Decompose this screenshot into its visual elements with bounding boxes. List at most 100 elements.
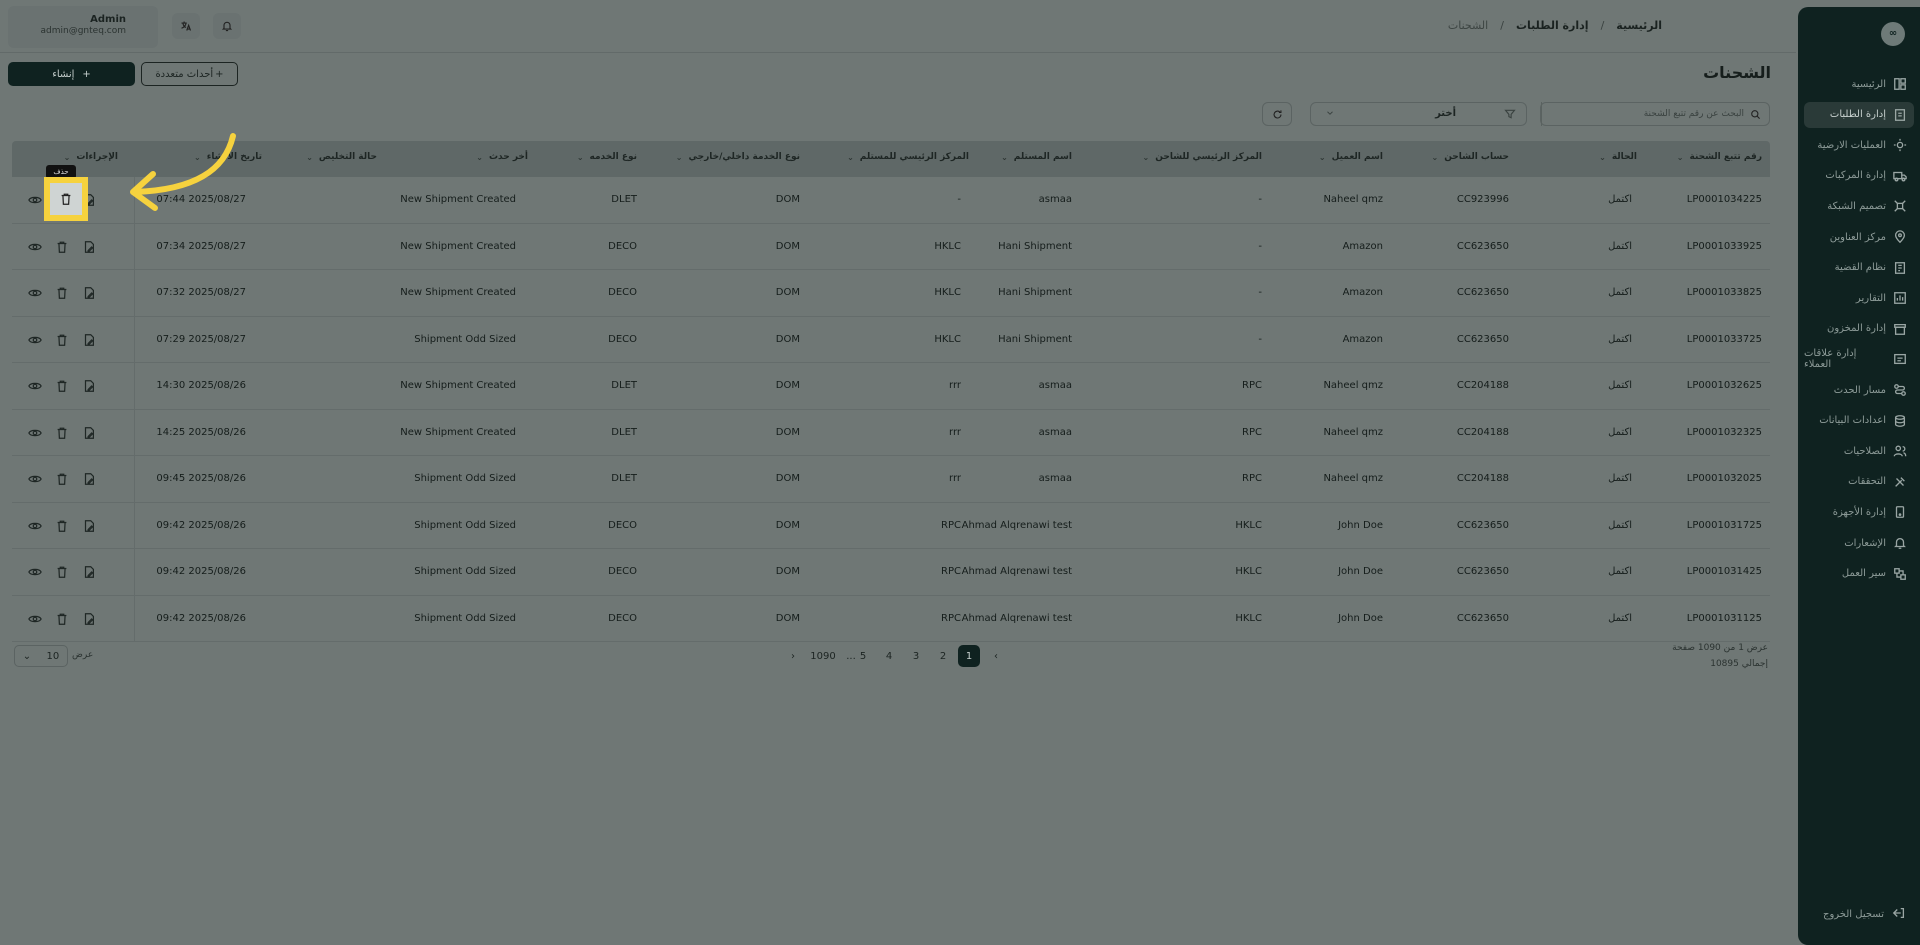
table-cell: DLET: [611, 194, 637, 205]
delete-icon[interactable]: [55, 239, 69, 253]
view-icon[interactable]: [28, 518, 42, 532]
multi-events-button[interactable]: أحداث متعددة +: [141, 62, 238, 86]
sort-icon[interactable]: ⌄: [1319, 153, 1326, 162]
page-button[interactable]: 2: [932, 645, 954, 667]
sort-icon[interactable]: ⌄: [577, 153, 584, 162]
view-icon[interactable]: [28, 239, 42, 253]
view-icon[interactable]: [28, 564, 42, 578]
sidebar-item-crm[interactable]: إدارة علاقات العملاء: [1804, 346, 1914, 372]
page-button[interactable]: 1: [958, 645, 980, 667]
edit-document-icon[interactable]: [82, 378, 96, 392]
sort-icon[interactable]: ⌄: [476, 153, 483, 162]
edit-document-icon[interactable]: [82, 611, 96, 625]
sidebar-item-route[interactable]: مسار الحدث: [1804, 377, 1914, 403]
per-page-select[interactable]: ⌄ 10: [14, 645, 68, 667]
page-button[interactable]: 1090: [810, 645, 835, 667]
sidebar-item-database[interactable]: اعدادات البيانات: [1804, 408, 1914, 434]
table-row[interactable]: LP0001033825 اكتمل CC623650 Amazon - Hani Shi…: [12, 270, 1770, 317]
refresh-icon: [1273, 109, 1281, 119]
table-cell: Naheel qmz: [1323, 380, 1383, 391]
table-row[interactable]: LP0001032025 اكتمل CC204188 Naheel qmz RPC as…: [12, 456, 1770, 503]
breadcrumb-orders[interactable]: إدارة الطلبات: [1516, 19, 1589, 32]
edit-document-icon[interactable]: [82, 425, 96, 439]
search-input[interactable]: البحث عن رقم تتبع الشحنة: [1540, 102, 1770, 126]
sort-icon[interactable]: ⌄: [676, 153, 683, 162]
translate-button[interactable]: [172, 13, 200, 39]
edit-document-icon[interactable]: [82, 518, 96, 532]
delete-icon[interactable]: [55, 378, 69, 392]
notifications-button[interactable]: [213, 13, 241, 39]
sidebar-item-ground-ops[interactable]: العمليات الارضية: [1804, 132, 1914, 158]
view-icon[interactable]: [28, 378, 42, 392]
crm-icon: [1892, 351, 1908, 367]
sort-icon[interactable]: ⌄: [847, 153, 854, 162]
column-header[interactable]: ⌄ المركز الرئيسي للشاحن: [1062, 152, 1262, 162]
table-row[interactable]: LP0001033725 اكتمل CC623650 Amazon - Hani Shi…: [12, 316, 1770, 363]
sidebar-item-orders[interactable]: إدارة الطلبات: [1804, 101, 1914, 128]
sort-icon[interactable]: ⌄: [1001, 153, 1008, 162]
sort-icon[interactable]: ⌄: [1432, 153, 1439, 162]
breadcrumb-home[interactable]: الرئيسية: [1616, 19, 1662, 32]
sidebar-item-workflow[interactable]: سير العمل: [1804, 561, 1914, 587]
page-button[interactable]: 3: [905, 645, 927, 667]
edit-document-icon[interactable]: [82, 564, 96, 578]
sidebar-item-devices[interactable]: إدارة الأجهزة: [1804, 499, 1914, 525]
table-cell: اكتمل: [1608, 612, 1632, 624]
table-row[interactable]: LP0001034225 اكتمل CC923996 Naheel qmz - asma…: [12, 177, 1770, 224]
view-icon[interactable]: [28, 192, 42, 206]
table-row[interactable]: LP0001031125 اكتمل CC623650 John Doe HKLC Ahm…: [12, 595, 1770, 642]
sidebar-item-case[interactable]: نظام القضية: [1804, 255, 1914, 281]
view-icon[interactable]: [28, 471, 42, 485]
table-row[interactable]: LP0001031425 اكتمل CC623650 John Doe HKLC Ahm…: [12, 549, 1770, 596]
table-row[interactable]: LP0001031725 اكتمل CC623650 John Doe HKLC Ahm…: [12, 502, 1770, 549]
edit-document-icon[interactable]: [82, 239, 96, 253]
delete-icon[interactable]: [55, 332, 69, 346]
sidebar-item-inventory[interactable]: إدارة المخزون: [1804, 316, 1914, 342]
app-logo: ∞: [1881, 22, 1905, 46]
delete-icon[interactable]: [55, 285, 69, 299]
user-menu[interactable]: Admin admin@gnteq.com: [8, 6, 158, 48]
delete-icon[interactable]: [55, 611, 69, 625]
sidebar-item-tools[interactable]: التحققات: [1804, 469, 1914, 495]
logout-button[interactable]: تسجيل الخروج: [1823, 906, 1906, 923]
edit-document-icon[interactable]: [82, 471, 96, 485]
prev-page-icon[interactable]: ‹: [985, 645, 1007, 667]
sort-icon[interactable]: ⌄: [306, 153, 313, 162]
sort-icon[interactable]: ⌄: [1599, 153, 1606, 162]
sidebar-item-dashboard[interactable]: الرئيسية: [1804, 71, 1914, 97]
sort-icon[interactable]: ⌄: [1677, 153, 1684, 162]
table-cell: John Doe: [1338, 566, 1383, 577]
highlighted-delete-button[interactable]: [44, 177, 88, 221]
edit-document-icon[interactable]: [82, 285, 96, 299]
sidebar-item-truck[interactable]: إدارة المركبات: [1804, 163, 1914, 189]
delete-icon[interactable]: [55, 471, 69, 485]
view-icon[interactable]: [28, 285, 42, 299]
sidebar-item-network[interactable]: تصميم الشبكة: [1804, 193, 1914, 219]
table-row[interactable]: LP0001033925 اكتمل CC623650 Amazon - Hani Shi…: [12, 223, 1770, 270]
table-row[interactable]: LP0001032625 اكتمل CC204188 Naheel qmz RPC as…: [12, 363, 1770, 410]
create-button[interactable]: إنشاء +: [8, 62, 135, 86]
sidebar-item-bell[interactable]: الإشعارات: [1804, 530, 1914, 556]
delete-icon[interactable]: [55, 564, 69, 578]
sort-icon[interactable]: ⌄: [64, 153, 71, 162]
inventory-icon: [1892, 321, 1908, 337]
next-page-icon[interactable]: ›: [782, 645, 804, 667]
page-button[interactable]: 4: [878, 645, 900, 667]
refresh-button[interactable]: [1262, 102, 1292, 126]
view-icon[interactable]: [28, 332, 42, 346]
table-cell: LP0001033725: [1686, 333, 1762, 345]
column-header[interactable]: ⌄ الإجراءات: [0, 152, 118, 162]
actions-divider: [134, 502, 135, 548]
table-row[interactable]: LP0001032325 اكتمل CC204188 Naheel qmz RPC as…: [12, 409, 1770, 456]
sort-icon[interactable]: ⌄: [1143, 153, 1150, 162]
sidebar-item-reports[interactable]: التقارير: [1804, 285, 1914, 311]
view-icon[interactable]: [28, 425, 42, 439]
edit-document-icon[interactable]: [82, 332, 96, 346]
sidebar-item-address[interactable]: مركز العناوين: [1804, 224, 1914, 250]
sidebar-item-users[interactable]: الصلاحيات: [1804, 438, 1914, 464]
status-select[interactable]: أختر: [1310, 102, 1527, 126]
table-cell: 07:29 2025/08/27: [156, 333, 246, 345]
delete-icon[interactable]: [55, 425, 69, 439]
view-icon[interactable]: [28, 611, 42, 625]
delete-icon[interactable]: [55, 518, 69, 532]
